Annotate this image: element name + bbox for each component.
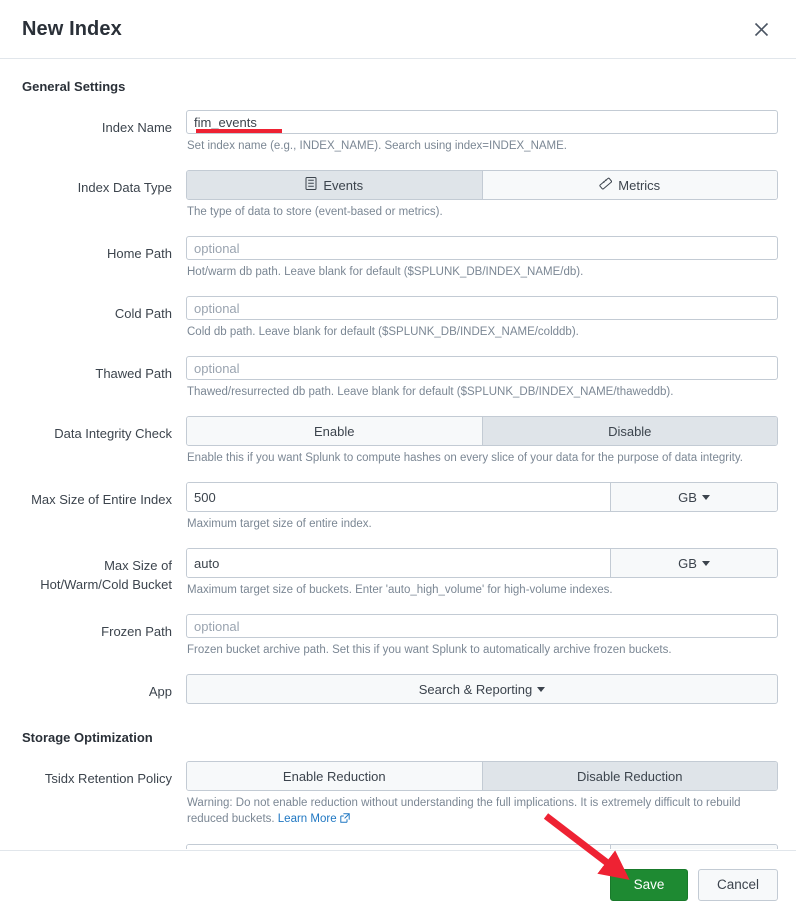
hint-frozen-path: Frozen bucket archive path. Set this if …	[187, 644, 672, 656]
index-data-type-events-label: Events	[323, 177, 364, 193]
data-integrity-check-toggle: Enable Disable	[186, 416, 778, 446]
hint-index-name: Set index name (e.g., INDEX_NAME). Searc…	[187, 140, 567, 152]
form-row-frozen-path: Frozen Path Frozen bucket archive path. …	[18, 614, 778, 670]
metrics-icon	[599, 177, 613, 193]
tsidx-option-disable-reduction[interactable]: Disable Reduction	[482, 762, 777, 790]
label-thawed-path: Thawed Path	[95, 366, 172, 381]
hint-max-size-bucket: Maximum target size of buckets. Enter 'a…	[187, 584, 613, 596]
form-row-thawed-path: Thawed Path Thawed/resurrected db path. …	[18, 356, 778, 412]
tsidx-retention-toggle: Enable Reduction Disable Reduction	[186, 761, 778, 791]
max-size-entire-index-unit-label: GB	[678, 489, 697, 505]
tsidx-warning-text: Warning: Do not enable reduction without…	[187, 797, 741, 825]
label-frozen-path: Frozen Path	[101, 624, 172, 639]
label-index-name: Index Name	[101, 120, 172, 135]
form-row-tsidx-retention-policy: Tsidx Retention Policy Enable Reduction …	[18, 761, 778, 840]
max-size-bucket-input[interactable]	[187, 549, 611, 577]
reduce-tsidx-unit-dropdown[interactable]: Days	[611, 845, 777, 849]
tsidx-disable-reduction-label: Disable Reduction	[576, 768, 683, 784]
index-name-input[interactable]	[186, 110, 778, 134]
chevron-down-icon	[537, 686, 546, 692]
max-size-entire-index-unit-dropdown[interactable]: GB	[611, 483, 777, 511]
index-data-type-metrics-label: Metrics	[618, 177, 661, 193]
label-max-size-bucket: Max Size of Hot/Warm/Cold Bucket	[18, 548, 186, 610]
hint-cold-path: Cold db path. Leave blank for default ($…	[187, 326, 579, 338]
form-row-reduce-tsidx-older-than: Reduce tsidx files older than Days Age i…	[18, 844, 778, 849]
label-index-data-type: Index Data Type	[77, 180, 172, 195]
data-integrity-disable-label: Disable	[608, 423, 652, 439]
form-row-max-size-entire-index: Max Size of Entire Index GB Maximum targ…	[18, 482, 778, 544]
page-title: New Index	[22, 17, 122, 40]
learn-more-link[interactable]: Learn More	[278, 813, 337, 825]
modal-footer: Save Cancel	[0, 850, 796, 918]
cold-path-input[interactable]	[186, 296, 778, 320]
hint-data-integrity-check: Enable this if you want Splunk to comput…	[187, 452, 743, 464]
chevron-down-icon	[701, 560, 710, 566]
label-max-size-bucket-line1: Max Size of	[104, 558, 172, 573]
index-data-type-toggle: Events Metrics	[186, 170, 778, 200]
max-size-bucket-unit-dropdown[interactable]: GB	[611, 549, 777, 577]
form-row-home-path: Home Path Hot/warm db path. Leave blank …	[18, 236, 778, 292]
index-data-type-option-events[interactable]: Events	[187, 171, 483, 199]
cancel-button[interactable]: Cancel	[697, 868, 778, 901]
home-path-input[interactable]	[186, 236, 778, 260]
app-dropdown[interactable]: Search & Reporting	[186, 674, 778, 704]
modal-header: New Index	[0, 0, 796, 59]
data-integrity-option-enable[interactable]: Enable	[187, 417, 483, 445]
form-row-app: App Search & Reporting	[18, 674, 778, 722]
index-data-type-option-metrics[interactable]: Metrics	[482, 171, 777, 199]
tsidx-enable-reduction-label: Enable Reduction	[282, 768, 386, 784]
reduce-tsidx-group: Days	[186, 844, 778, 849]
data-integrity-enable-label: Enable	[314, 423, 355, 439]
label-reduce-tsidx-older-than: Reduce tsidx files older than	[18, 844, 186, 849]
form-row-index-data-type: Index Data Type Events Metrics The type …	[18, 170, 778, 232]
hint-tsidx-retention-policy: Warning: Do not enable reduction without…	[187, 795, 778, 828]
save-button[interactable]: Save	[609, 868, 688, 901]
label-tsidx-retention-policy: Tsidx Retention Policy	[44, 771, 172, 786]
hint-home-path: Hot/warm db path. Leave blank for defaul…	[187, 266, 584, 278]
max-size-bucket-group: GB	[186, 548, 778, 578]
reduce-tsidx-input[interactable]	[187, 845, 611, 849]
form-row-data-integrity-check: Data Integrity Check Enable Disable Enab…	[18, 416, 778, 478]
chevron-down-icon	[701, 494, 710, 500]
app-dropdown-label: Search & Reporting	[418, 681, 533, 697]
form-row-cold-path: Cold Path Cold db path. Leave blank for …	[18, 296, 778, 352]
hint-index-data-type: The type of data to store (event-based o…	[187, 206, 443, 218]
hint-thawed-path: Thawed/resurrected db path. Leave blank …	[187, 386, 674, 398]
thawed-path-input[interactable]	[186, 356, 778, 380]
max-size-entire-index-group: GB	[186, 482, 778, 512]
close-icon	[754, 22, 769, 37]
modal-body: General Settings Index Name Set index na…	[0, 59, 796, 849]
tsidx-option-enable-reduction[interactable]: Enable Reduction	[187, 762, 483, 790]
max-size-entire-index-input[interactable]	[187, 483, 611, 511]
frozen-path-input[interactable]	[186, 614, 778, 638]
hint-max-size-entire-index: Maximum target size of entire index.	[187, 518, 372, 530]
events-icon	[305, 177, 317, 193]
external-link-icon	[339, 812, 350, 828]
section-title-general: General Settings	[22, 79, 126, 94]
label-data-integrity-check: Data Integrity Check	[54, 426, 172, 441]
label-max-size-bucket-line2: Hot/Warm/Cold Bucket	[40, 577, 172, 592]
form-row-index-name: Index Name Set index name (e.g., INDEX_N…	[18, 110, 778, 166]
section-title-storage: Storage Optimization	[22, 730, 153, 745]
label-app: App	[148, 684, 172, 699]
close-button[interactable]	[748, 16, 774, 42]
label-cold-path: Cold Path	[114, 306, 172, 321]
label-home-path: Home Path	[106, 246, 172, 261]
data-integrity-option-disable[interactable]: Disable	[482, 417, 777, 445]
label-max-size-entire-index: Max Size of Entire Index	[31, 492, 172, 507]
form-row-max-size-bucket: Max Size of Hot/Warm/Cold Bucket GB Maxi…	[18, 548, 778, 610]
max-size-bucket-unit-label: GB	[678, 555, 697, 571]
